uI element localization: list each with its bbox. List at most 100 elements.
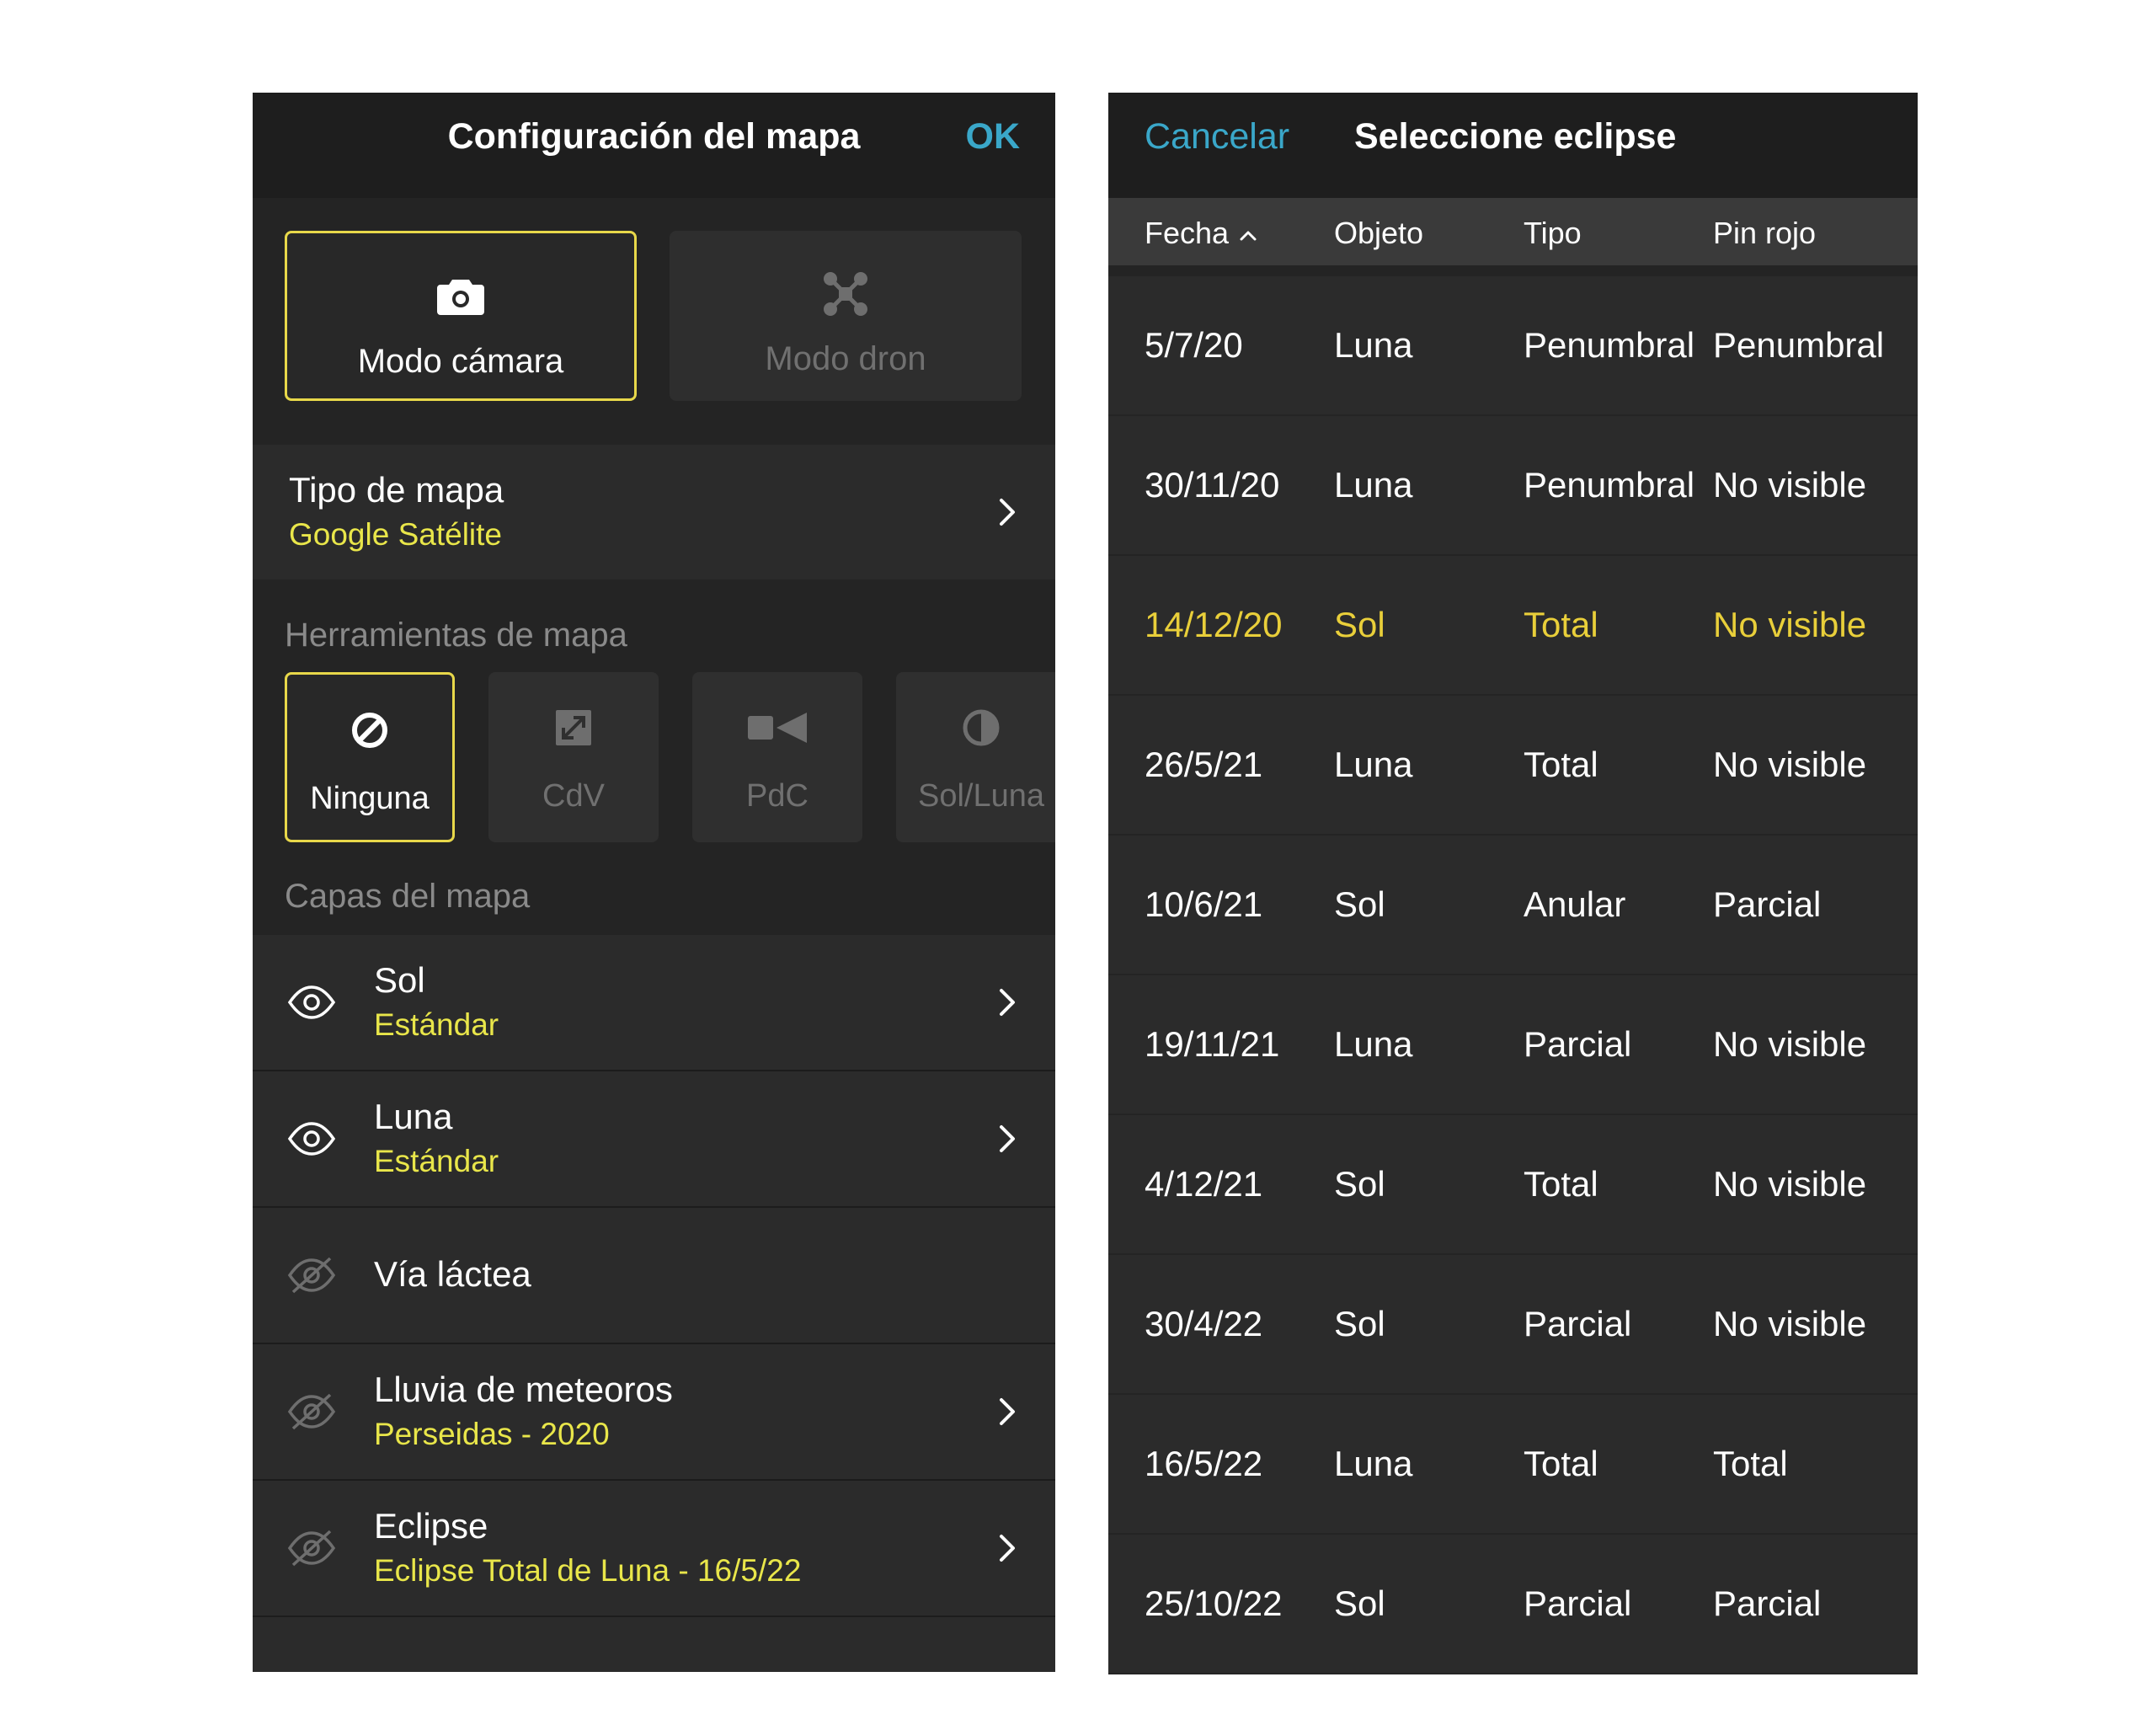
cell-tipo: Total <box>1524 605 1598 644</box>
layer-row-eclipse[interactable]: Eclipse Eclipse Total de Luna - 16/5/22 <box>253 1481 1055 1616</box>
video-camera-icon <box>692 702 862 753</box>
tool-sun-moon-label: Sol/Luna <box>917 778 1044 814</box>
table-row[interactable]: 14/12/20 Sol Total No visible <box>1108 556 1918 694</box>
cell-pin: No visible <box>1713 465 1867 505</box>
tool-none-label: Ninguna <box>310 781 430 816</box>
tool-sun-moon-button[interactable]: Sol/Luna <box>896 672 1055 842</box>
eye-icon[interactable] <box>286 980 337 1024</box>
table-row[interactable]: 5/7/20 Luna Penumbral Penumbral <box>1108 276 1918 414</box>
layers-heading: Capas del mapa <box>285 878 531 915</box>
eye-off-icon[interactable] <box>286 1526 337 1570</box>
layer-value: Estándar <box>374 1144 499 1178</box>
table-row[interactable]: 16/5/22 Luna Total Total <box>1108 1395 1918 1533</box>
layer-label: Lluvia de meteoros <box>374 1370 673 1409</box>
table-row[interactable]: 4/12/21 Sol Total No visible <box>1108 1115 1918 1253</box>
cell-tipo: Parcial <box>1524 1304 1632 1343</box>
table-row[interactable]: 26/5/21 Luna Total No visible <box>1108 696 1918 834</box>
cell-tipo: Total <box>1524 1444 1598 1483</box>
camera-mode-button[interactable]: Modo cámara <box>285 231 637 401</box>
column-header-pin[interactable]: Pin rojo <box>1713 216 1816 251</box>
cell-fecha: 16/5/22 <box>1145 1444 1263 1483</box>
cell-objeto: Sol <box>1334 1583 1385 1623</box>
cell-fecha: 10/6/21 <box>1145 884 1263 924</box>
cell-pin: No visible <box>1713 1024 1867 1064</box>
layer-row-milky-way[interactable]: Vía láctea <box>253 1208 1055 1343</box>
cell-pin: No visible <box>1713 1304 1867 1343</box>
drone-mode-label: Modo dron <box>765 340 926 377</box>
half-circle-icon <box>896 702 1055 753</box>
field-of-view-icon <box>488 702 659 753</box>
cell-fecha: 30/4/22 <box>1145 1304 1263 1343</box>
layer-value: Perseidas - 2020 <box>374 1417 610 1451</box>
cell-pin: No visible <box>1713 1164 1867 1204</box>
tool-pdc-button[interactable]: PdC <box>692 672 862 842</box>
eye-icon[interactable] <box>286 1117 337 1161</box>
cell-fecha: 30/11/20 <box>1145 465 1280 505</box>
cell-fecha: 26/5/21 <box>1145 745 1263 784</box>
camera-mode-label: Modo cámara <box>357 343 564 380</box>
table-row[interactable]: 30/11/20 Luna Penumbral No visible <box>1108 416 1918 554</box>
cell-tipo: Parcial <box>1524 1583 1632 1623</box>
tool-cdv-button[interactable]: CdV <box>488 672 659 842</box>
chevron-right-icon <box>1000 989 1015 1016</box>
cell-pin: Penumbral <box>1713 325 1885 365</box>
cell-pin: Parcial <box>1713 884 1822 924</box>
cell-pin: No visible <box>1713 745 1867 784</box>
tool-none-button[interactable]: Ninguna <box>285 672 455 842</box>
column-header-objeto[interactable]: Objeto <box>1334 216 1423 251</box>
table-row[interactable]: 19/11/21 Luna Parcial No visible <box>1108 975 1918 1114</box>
layer-row-sun[interactable]: Sol Estándar <box>253 935 1055 1070</box>
ok-button[interactable]: OK <box>966 116 1021 158</box>
chevron-right-icon <box>1000 1398 1015 1425</box>
cell-pin: No visible <box>1713 605 1867 644</box>
camera-icon <box>287 270 634 323</box>
cell-tipo: Parcial <box>1524 1024 1632 1064</box>
drone-icon <box>670 268 1022 320</box>
layer-row-moon[interactable]: Luna Estándar <box>253 1071 1055 1206</box>
sort-ascending-icon <box>1240 231 1257 241</box>
table-header: Fecha Objeto Tipo Pin rojo <box>1108 198 1918 265</box>
cell-pin: Total <box>1713 1444 1788 1483</box>
tool-pdc-label: PdC <box>746 778 808 814</box>
tool-cdv-label: CdV <box>542 778 605 814</box>
layer-label: Eclipse <box>374 1506 488 1546</box>
cell-objeto: Luna <box>1334 325 1413 365</box>
map-type-row[interactable]: Tipo de mapa Google Satélite <box>253 445 1055 579</box>
header-bar: Cancelar Seleccione eclipse <box>1108 93 1918 198</box>
drone-mode-button[interactable]: Modo dron <box>670 231 1022 401</box>
cell-objeto: Sol <box>1334 1164 1385 1204</box>
chevron-right-icon <box>1000 499 1015 526</box>
table-row[interactable]: 25/10/22 Sol Parcial Parcial <box>1108 1535 1918 1673</box>
cell-objeto: Sol <box>1334 605 1385 644</box>
cell-tipo: Anular <box>1524 884 1626 924</box>
cell-tipo: Penumbral <box>1524 325 1695 365</box>
cell-objeto: Luna <box>1334 1444 1413 1483</box>
tools-heading: Herramientas de mapa <box>285 617 627 654</box>
cell-fecha: 4/12/21 <box>1145 1164 1263 1204</box>
cell-objeto: Luna <box>1334 745 1413 784</box>
layer-label: Sol <box>374 960 425 1000</box>
header-bar: Configuración del mapa OK <box>253 93 1055 198</box>
cancel-button[interactable]: Cancelar <box>1145 116 1289 158</box>
cell-tipo: Penumbral <box>1524 465 1695 505</box>
table-row[interactable]: 10/6/21 Sol Anular Parcial <box>1108 836 1918 974</box>
layer-row-meteor-shower[interactable]: Lluvia de meteoros Perseidas - 2020 <box>253 1344 1055 1479</box>
table-row[interactable]: 30/4/22 Sol Parcial No visible <box>1108 1255 1918 1393</box>
eye-off-icon[interactable] <box>286 1253 337 1297</box>
chevron-right-icon <box>1000 1535 1015 1562</box>
map-settings-panel: Configuración del mapa OK Modo cámara Mo… <box>253 93 1055 1672</box>
eclipse-select-panel: Cancelar Seleccione eclipse Fecha Objeto… <box>1108 93 1918 1674</box>
cell-tipo: Total <box>1524 745 1598 784</box>
column-header-fecha[interactable]: Fecha <box>1145 216 1259 251</box>
column-header-tipo[interactable]: Tipo <box>1524 216 1582 251</box>
cell-objeto: Sol <box>1334 1304 1385 1343</box>
eye-off-icon[interactable] <box>286 1390 337 1434</box>
cell-tipo: Total <box>1524 1164 1598 1204</box>
panel-title: Seleccione eclipse <box>1354 116 1677 157</box>
chevron-right-icon <box>1000 1125 1015 1152</box>
layer-label: Luna <box>374 1097 453 1136</box>
cell-fecha: 19/11/21 <box>1145 1024 1280 1064</box>
layer-value: Estándar <box>374 1007 499 1042</box>
cell-pin: Parcial <box>1713 1583 1822 1623</box>
layer-label: Vía láctea <box>374 1254 531 1294</box>
